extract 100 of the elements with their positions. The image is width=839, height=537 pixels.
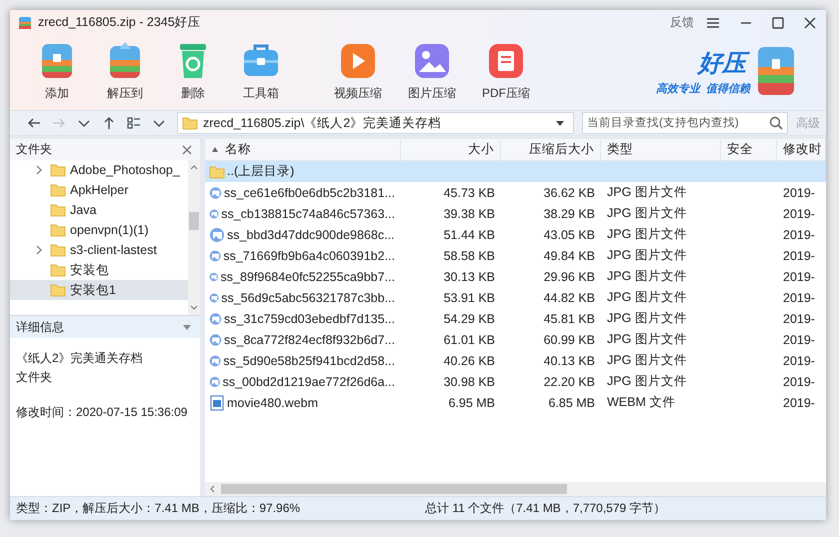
status-text: 总计 11 个文件（7.41 MB，7,770,579 字节） [425,500,666,517]
file-row[interactable]: ss_5d90e58b25f941bcd2d58... 40.26 KB 40.13 KB JPG 图片文件 2019- [205,350,826,371]
status-text: 类型：ZIP，解压后大小：7.41 MB，压缩比：97.96% [15,500,302,517]
folder-tree-item[interactable]: 安装包1 [10,280,188,300]
image-file-icon [209,352,222,368]
file-row[interactable]: ss_31c759cd03ebedbf7d135... 54.29 KB 45.81 KB JPG 图片文件 2019- [205,308,826,329]
file-type: JPG 图片文件 [606,268,688,285]
file-type: JPG 图片文件 [606,205,688,222]
extract-button[interactable]: 解压到 [104,40,146,102]
file-row[interactable]: ..(上层目录) [205,161,826,182]
file-name: ss_89f9684e0fc52255ca9bb7... [220,270,395,284]
detail-modified: 修改时间：2020-07-15 15:36:09 [16,404,188,421]
compressed-size: 36.62 KB [542,186,596,200]
folder-tree-item[interactable]: Java [10,200,188,220]
modified-date: 2019- [782,396,816,410]
file-type: JPG 图片文件 [606,289,688,306]
folder-name: s3-client-lastest [70,243,157,257]
file-size: 54.29 KB [442,312,496,326]
file-row[interactable]: ss_cb138815c74a846c57363... 39.38 KB 38.29 KB JPG 图片文件 2019- [205,203,826,224]
modified-date: 2019- [782,270,816,284]
compressed-size: 43.05 KB [542,228,596,242]
folder-tree-item[interactable]: s3-client-lastest [10,240,188,260]
file-type: JPG 图片文件 [606,373,688,390]
file-type: JPG 图片文件 [606,352,688,369]
file-type: JPG 图片文件 [606,226,688,243]
folder-name: Java [70,203,96,217]
column-header[interactable]: 类型 [601,139,721,160]
folder-name: Adobe_Photoshop_ [70,163,180,177]
file-name: ss_31c759cd03ebedbf7d135... [224,312,395,326]
folder-icon [50,182,66,198]
image-button[interactable]: 图片压缩 [408,40,456,102]
file-name: ss_56d9c5abc56321787c3bb... [221,290,395,304]
file-type: JPG 图片文件 [606,331,688,348]
modified-date: 2019- [782,290,816,304]
detail-type: 文件夹 [16,369,53,386]
file-size: 30.13 KB [442,270,496,284]
file-row[interactable]: movie480.webm 6.95 MB 6.85 MB WEBM 文件 2019- [205,392,826,413]
folder-icon [50,202,66,218]
folder-icon [209,164,225,180]
file-row[interactable]: ss_ce61e6fb0e6db5c2b3181... 45.73 KB 36.62 KB JPG 图片文件 2019- [205,182,826,203]
view-list-icon[interactable] [126,115,142,131]
file-row[interactable]: ss_56d9c5abc56321787c3bb... 53.91 KB 44.82 KB JPG 图片文件 2019- [205,287,826,308]
folder-tree-item[interactable]: Adobe_Photoshop_ [10,160,188,180]
file-name: ss_bbd3d47ddc900de9868c... [227,228,395,242]
column-header[interactable]: 修改时 [777,139,826,160]
delete-button[interactable]: 删除 [172,40,214,102]
folder-icon [50,222,66,238]
modified-date: 2019- [782,228,816,242]
vertical-scrollbar[interactable] [188,160,200,315]
add-button[interactable]: 添加 [36,40,78,102]
folder-name: openvpn(1)(1) [70,223,149,237]
folder-tree-item[interactable]: 安装包 [10,260,188,280]
file-name: ss_5d90e58b25f941bcd2d58... [223,354,395,368]
caret-icon[interactable] [182,323,192,331]
folder-icon [50,242,66,258]
chevron-right-icon[interactable] [36,165,42,175]
column-header[interactable]: 大小 [401,139,501,160]
file-row[interactable]: ss_8ca772f824ecf8f932b6d7... 61.01 KB 60.99 KB JPG 图片文件 2019- [205,329,826,350]
compressed-size: 22.20 KB [542,374,596,388]
column-header[interactable]: 压缩后大小 [501,139,601,160]
file-row[interactable]: ss_71669fb9b6a4c060391b2... 58.58 KB 49.84 KB JPG 图片文件 2019- [205,245,826,266]
archive-logo-icon [756,45,796,97]
sort-arrow-icon [211,146,219,154]
archive-icon [18,16,32,30]
compressed-size: 60.99 KB [542,332,596,346]
image-file-icon [209,332,222,348]
file-row[interactable]: ss_89f9684e0fc52255ca9bb7... 30.13 KB 29.96 KB JPG 图片文件 2019- [205,266,826,287]
menu-icon[interactable] [706,16,720,28]
compressed-size: 29.96 KB [542,270,596,284]
folder-icon [182,115,198,131]
search-icon[interactable] [769,116,783,130]
feedback-link[interactable]: 反馈 [670,14,694,31]
chevron-right-icon[interactable] [36,245,42,255]
close-icon[interactable] [182,144,192,154]
file-size: 40.26 KB [442,354,496,368]
path-field[interactable]: zrecd_116805.zip\《纸人2》完美通关存档 [177,112,574,134]
close-icon[interactable] [804,16,816,28]
folder-tree-item[interactable]: ApkHelper [10,180,188,200]
pdf-button[interactable]: PDF压缩 [482,40,530,102]
file-size: 30.98 KB [442,374,496,388]
file-size: 61.01 KB [442,332,496,346]
toolbox-button[interactable]: 工具箱 [240,40,282,102]
column-header[interactable]: 名称 [205,139,401,160]
path-text: zrecd_116805.zip\《纸人2》完美通关存档 [203,114,442,132]
panel-title: 文件夹 [16,141,52,158]
file-row[interactable]: ss_bbd3d47ddc900de9868c... 51.44 KB 43.05 KB JPG 图片文件 2019- [205,224,826,245]
folder-tree-item[interactable]: openvpn(1)(1) [10,220,188,240]
modified-date: 2019- [782,206,816,220]
compressed-size: 40.13 KB [542,354,596,368]
file-name: ss_71669fb9b6a4c060391b2... [223,248,395,262]
file-size: 39.38 KB [442,206,496,220]
video-button[interactable]: 视频压缩 [334,40,382,102]
file-type: WEBM 文件 [606,394,676,411]
maximize-icon[interactable] [772,16,784,28]
column-header[interactable]: 安全 [721,139,777,160]
file-row[interactable]: ss_00bd2d1219ae772f26d6a... 30.98 KB 22.20 KB JPG 图片文件 2019- [205,371,826,392]
compressed-size: 38.29 KB [542,206,596,220]
dropdown-caret-icon[interactable] [555,118,565,128]
modified-date: 2019- [782,312,816,326]
image-file-icon [209,248,222,264]
